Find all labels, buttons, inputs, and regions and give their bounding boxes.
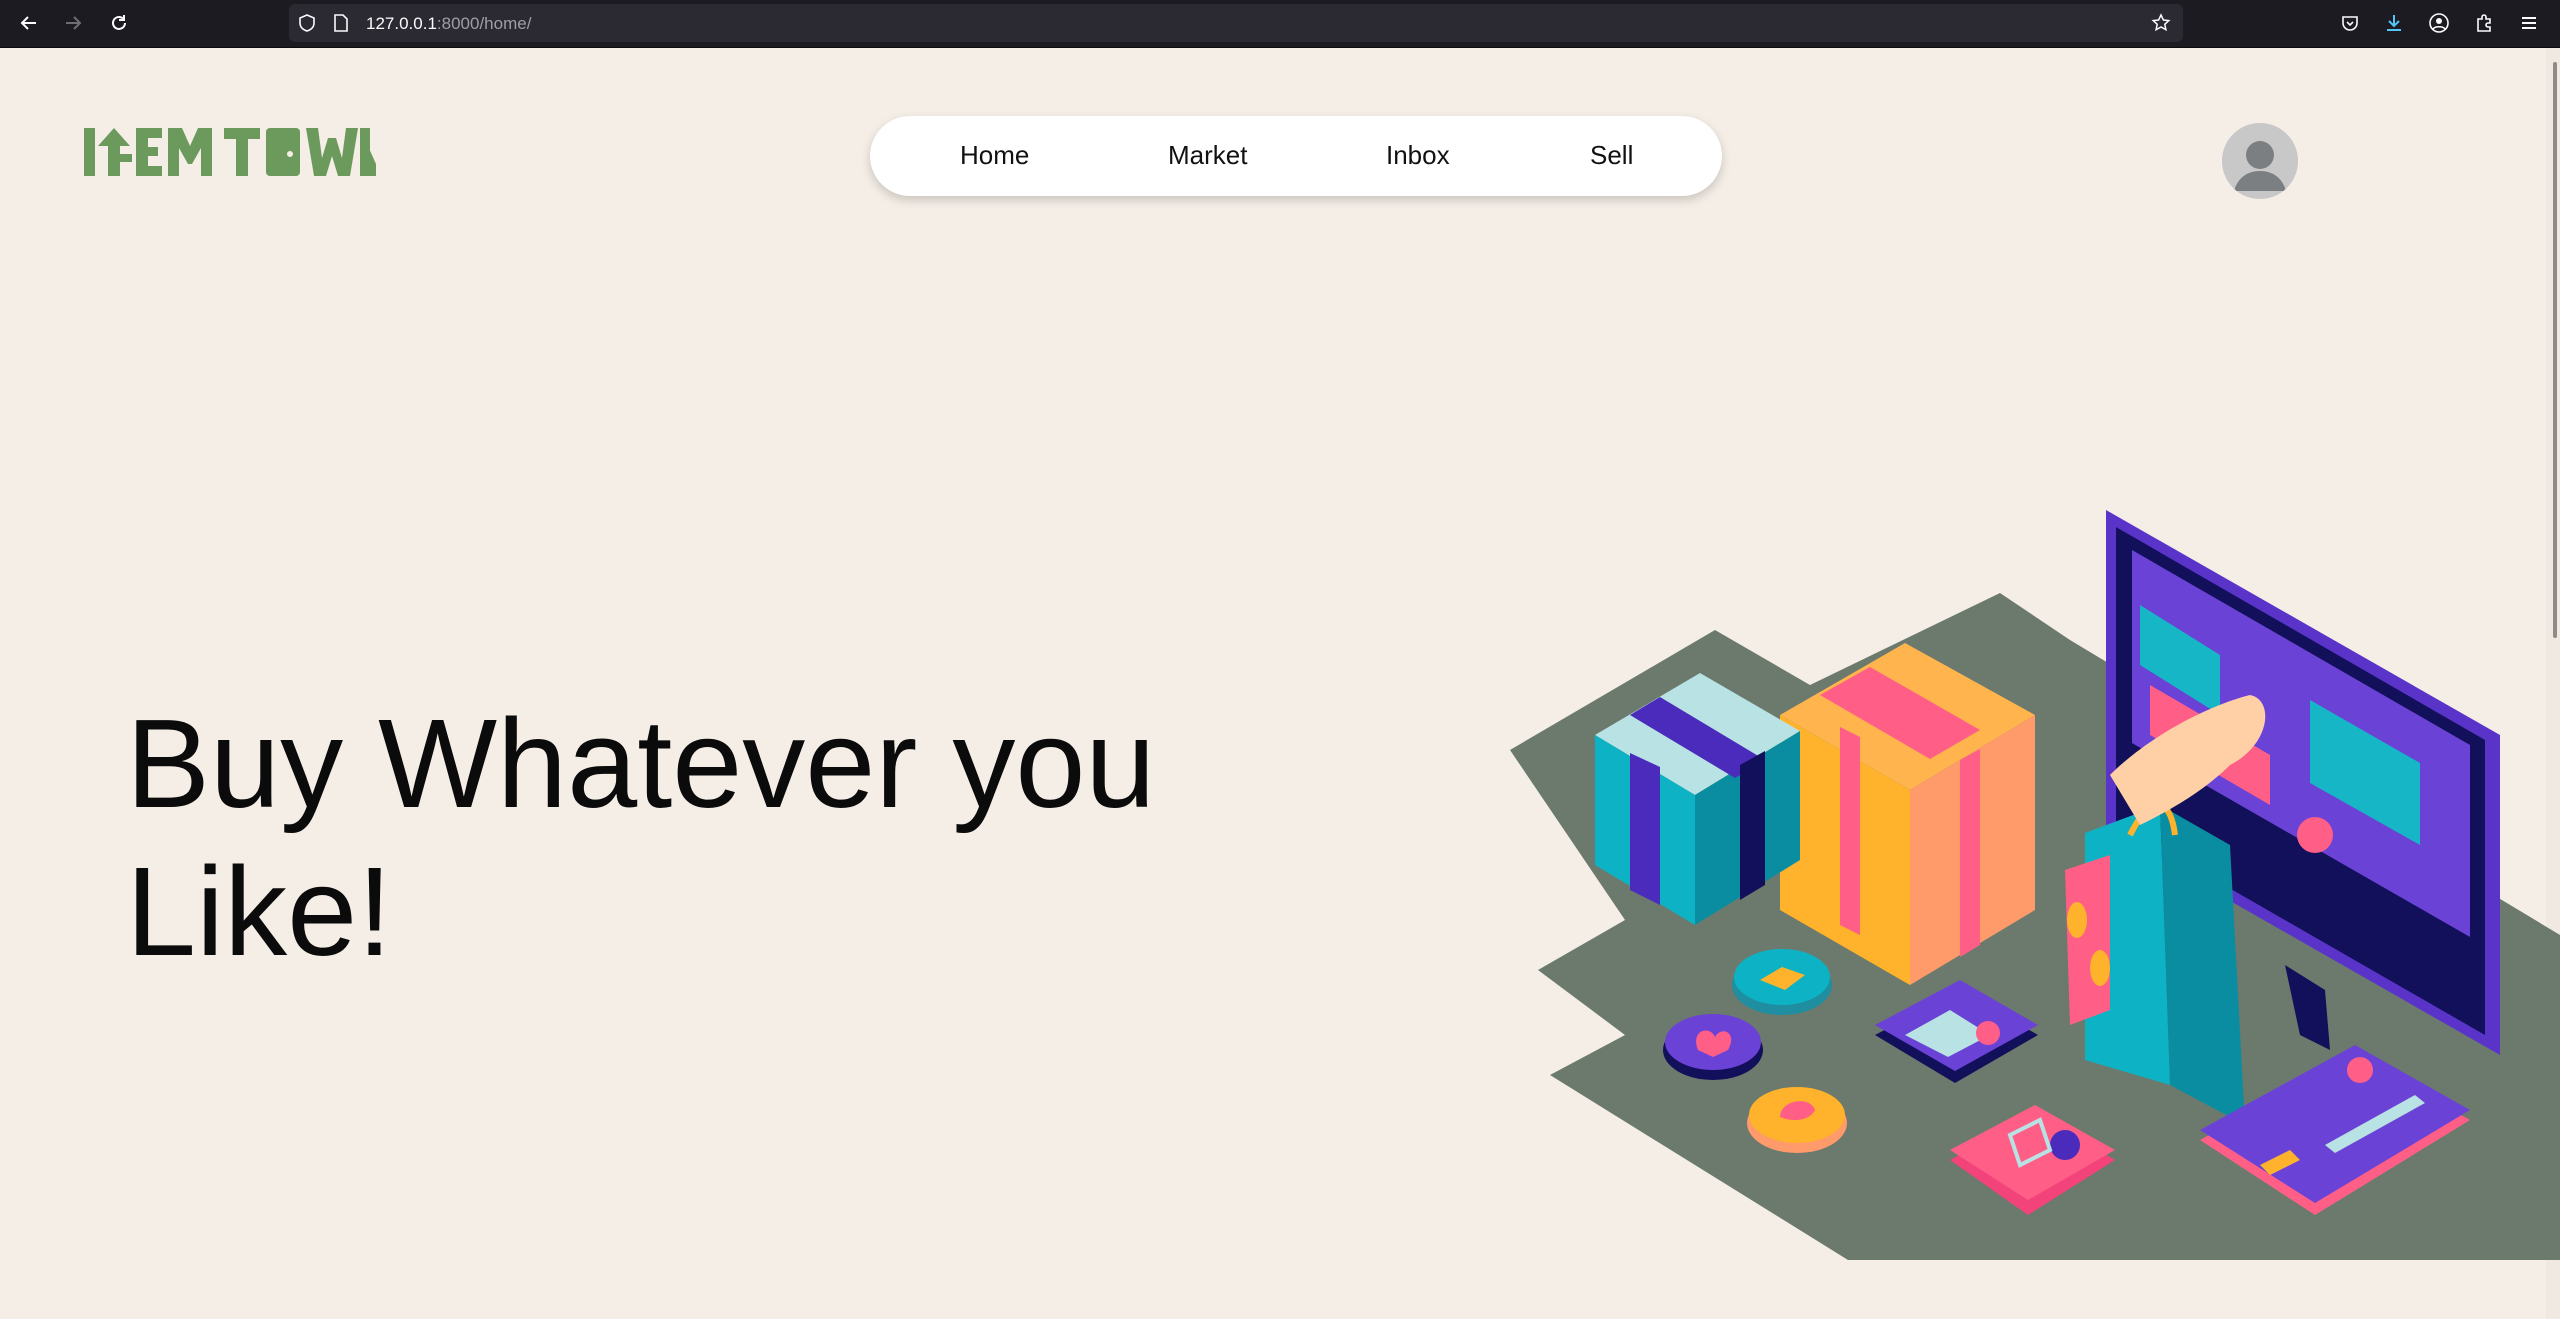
reload-button[interactable] [103,7,135,39]
thumbs-up-badge [1732,949,1832,1015]
url-bar[interactable]: 127.0.0.1:8000/home/ [289,4,2183,42]
bookmark-star-icon[interactable] [2151,13,2171,33]
page-icon[interactable] [333,14,349,32]
pocket-button[interactable] [2334,7,2366,39]
hero-line-2: Like! [126,841,393,982]
forward-button[interactable] [57,7,89,39]
hero-headline: Buy Whatever you Like! [126,690,1326,986]
main-nav: Home Market Inbox Sell [870,116,1722,196]
arrow-right-icon [66,16,82,30]
download-icon [2387,15,2401,31]
extensions-button[interactable] [2468,7,2500,39]
pocket-icon [2342,16,2358,31]
user-avatar[interactable] [2222,123,2298,199]
browser-toolbar: 127.0.0.1:8000/home/ [0,0,2560,48]
nav-market[interactable]: Market [1168,140,1247,171]
shopping-illustration [1510,510,2560,1260]
downloads-button[interactable] [2378,7,2410,39]
nav-home[interactable]: Home [960,140,1029,171]
pin-badge [1747,1087,1847,1153]
account-icon [2429,13,2449,33]
site-logo[interactable] [84,124,376,180]
account-button[interactable] [2423,7,2455,39]
reload-icon [112,15,126,30]
url-path: :8000/home/ [436,14,532,33]
back-button[interactable] [13,7,45,39]
url-text[interactable]: 127.0.0.1:8000/home/ [366,14,531,34]
menu-button[interactable] [2513,7,2545,39]
hamburger-menu-icon [2522,17,2536,29]
shield-icon[interactable] [298,14,316,32]
hero-line-1: Buy Whatever you [126,693,1156,834]
arrow-left-icon [20,16,36,30]
url-host: 127.0.0.1 [366,14,437,33]
nav-sell[interactable]: Sell [1590,140,1633,171]
user-avatar-icon [2222,123,2298,199]
heart-badge [1663,1014,1763,1080]
logo-graphic [84,128,376,176]
nav-inbox[interactable]: Inbox [1386,140,1450,171]
puzzle-icon [2477,14,2491,32]
